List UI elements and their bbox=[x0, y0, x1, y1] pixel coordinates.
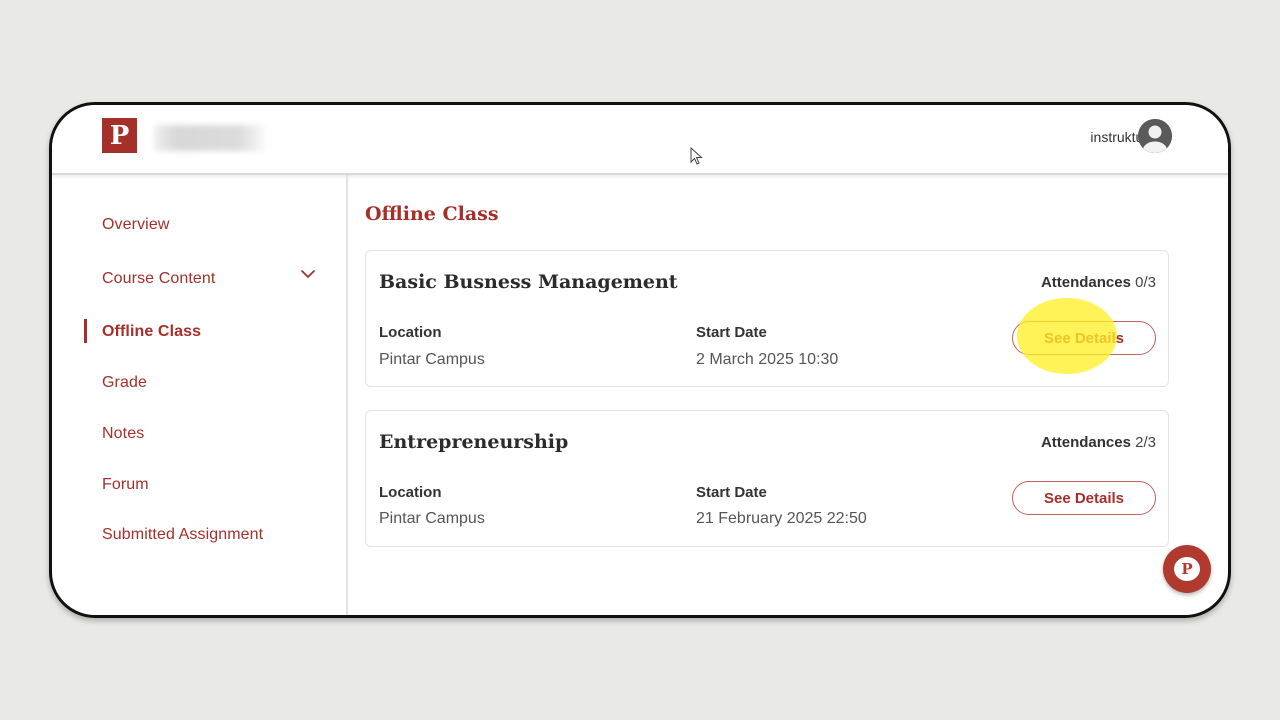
sidebar-item-course-content[interactable]: Course Content bbox=[102, 270, 215, 288]
sidebar-item-grade[interactable]: Grade bbox=[102, 374, 147, 392]
mouse-cursor-icon bbox=[690, 147, 703, 165]
attendance: Attendances 2/3 bbox=[1041, 434, 1156, 451]
page-title: Offline Class bbox=[365, 203, 499, 225]
chevron-down-icon[interactable] bbox=[300, 269, 316, 279]
class-card: Entrepreneurship Attendances 2/3 Locatio… bbox=[365, 410, 1169, 547]
attendance: Attendances 0/3 bbox=[1041, 274, 1156, 291]
start-date-value: 21 February 2025 22:50 bbox=[696, 510, 867, 527]
user-avatar-icon bbox=[1138, 119, 1172, 153]
start-date-label: Start Date bbox=[696, 324, 767, 341]
class-title: Entrepreneurship bbox=[379, 431, 569, 453]
see-details-button[interactable]: See Details bbox=[1012, 481, 1156, 515]
chat-bubble-icon: P bbox=[1174, 557, 1200, 581]
start-date-label: Start Date bbox=[696, 484, 767, 501]
attendance-value: 2/3 bbox=[1135, 434, 1156, 451]
location-label: Location bbox=[379, 484, 442, 501]
top-bar: P instruktur bbox=[52, 105, 1228, 175]
attendance-label: Attendances bbox=[1040, 274, 1131, 291]
blurred-app-name bbox=[154, 125, 269, 151]
avatar[interactable] bbox=[1138, 119, 1172, 153]
sidebar: Overview Course Content Offline Class Gr… bbox=[52, 175, 348, 615]
attendance-value: 0/3 bbox=[1135, 274, 1156, 291]
active-indicator bbox=[84, 319, 87, 343]
sidebar-item-offline-class[interactable]: Offline Class bbox=[102, 323, 201, 341]
sidebar-item-forum[interactable]: Forum bbox=[102, 476, 149, 494]
start-date-value: 2 March 2025 10:30 bbox=[696, 351, 839, 368]
see-details-button[interactable]: See Details bbox=[1012, 321, 1156, 355]
chat-button[interactable]: P bbox=[1163, 545, 1211, 593]
location-value: Pintar Campus bbox=[379, 351, 485, 368]
location-value: Pintar Campus bbox=[379, 510, 485, 527]
sidebar-item-notes[interactable]: Notes bbox=[102, 425, 144, 443]
sidebar-item-submitted-assignment[interactable]: Submitted Assignment bbox=[102, 526, 263, 544]
sidebar-item-overview[interactable]: Overview bbox=[102, 216, 169, 234]
class-title: Basic Busness Management bbox=[379, 271, 678, 293]
logo[interactable]: P bbox=[102, 118, 137, 153]
attendance-label: Attendances bbox=[1040, 434, 1131, 451]
app-window: P instruktur Overview Course Content Off… bbox=[49, 102, 1231, 618]
location-label: Location bbox=[379, 324, 442, 341]
class-card: Basic Busness Management Attendances 0/3… bbox=[365, 250, 1169, 387]
